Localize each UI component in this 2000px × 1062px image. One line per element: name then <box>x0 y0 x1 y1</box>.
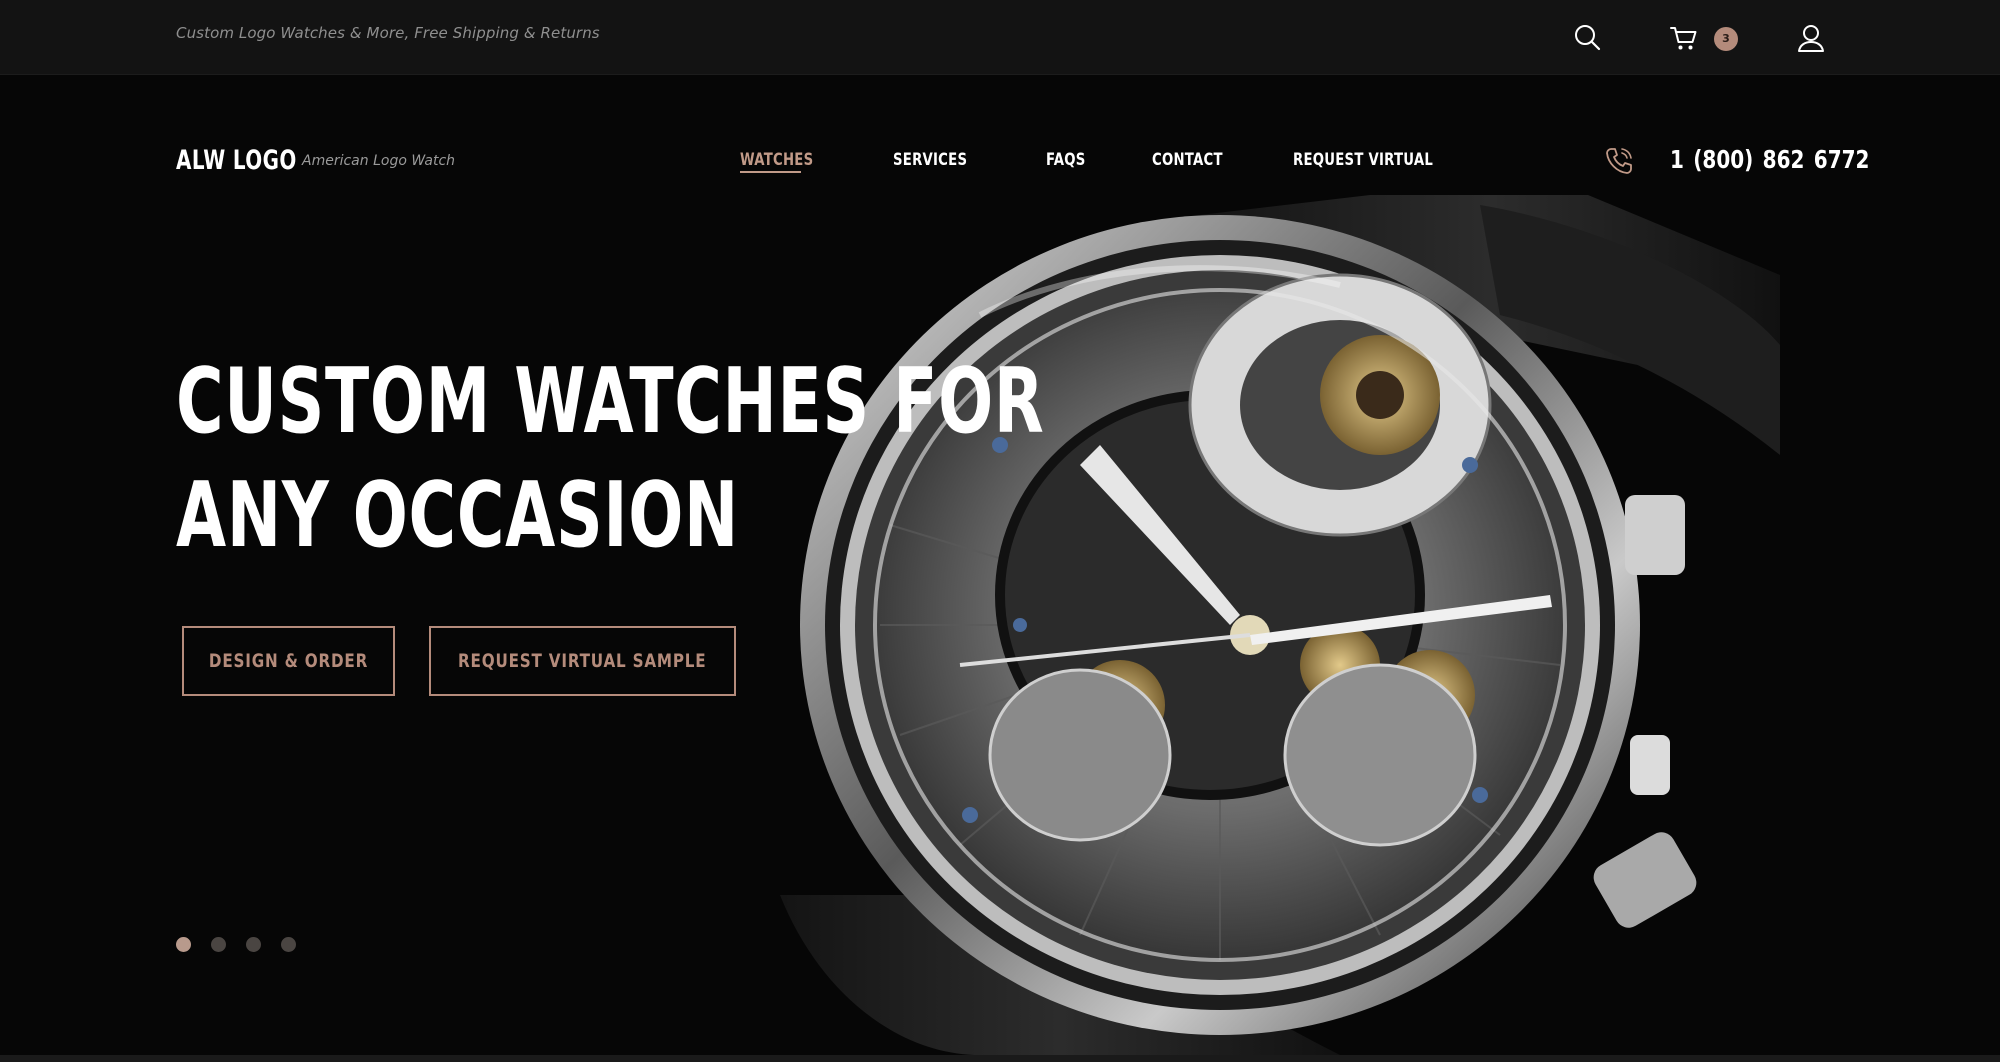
page-bottom-edge <box>0 1055 2000 1062</box>
user-icon[interactable] <box>1795 22 1827 54</box>
slider-dot-3[interactable] <box>246 937 261 952</box>
slider-dot-4[interactable] <box>281 937 296 952</box>
promo-text: Custom Logo Watches & More, Free Shippin… <box>176 24 600 42</box>
nav-services[interactable]: SERVICES <box>893 150 967 170</box>
logo[interactable]: ALW LOGO <box>176 145 297 176</box>
slider-dot-1[interactable] <box>176 937 191 952</box>
logo-tagline: American Logo Watch <box>302 153 456 169</box>
slider-dots <box>176 937 296 952</box>
hero-headline-line-2: ANY OCCASION <box>176 463 739 568</box>
cart-icon[interactable] <box>1668 22 1700 54</box>
nav-active-underline <box>740 171 801 173</box>
nav-watches[interactable]: WATCHES <box>740 150 813 170</box>
nav-request-virtual[interactable]: REQUEST VIRTUAL <box>1293 150 1433 170</box>
phone-number[interactable]: 1 (800) 862 6772 <box>1670 145 1869 174</box>
watch-image <box>780 195 2000 1055</box>
request-sample-label: REQUEST VIRTUAL SAMPLE <box>458 650 707 672</box>
nav-contact[interactable]: CONTACT <box>1152 150 1223 170</box>
hero-headline: CUSTOM WATCHES FOR ANY OCCASION <box>176 345 1045 573</box>
search-icon[interactable] <box>1572 22 1604 54</box>
hero-headline-line-1: CUSTOM WATCHES FOR <box>176 349 1045 454</box>
cart-count-badge: 3 <box>1714 27 1738 51</box>
design-order-button[interactable]: DESIGN & ORDER <box>182 626 395 696</box>
slider-dot-2[interactable] <box>211 937 226 952</box>
top-bar: Custom Logo Watches & More, Free Shippin… <box>0 0 2000 75</box>
phone-icon <box>1603 145 1635 177</box>
design-order-label: DESIGN & ORDER <box>208 650 369 672</box>
request-sample-button[interactable]: REQUEST VIRTUAL SAMPLE <box>429 626 736 696</box>
nav-faqs[interactable]: FAQS <box>1046 150 1086 170</box>
